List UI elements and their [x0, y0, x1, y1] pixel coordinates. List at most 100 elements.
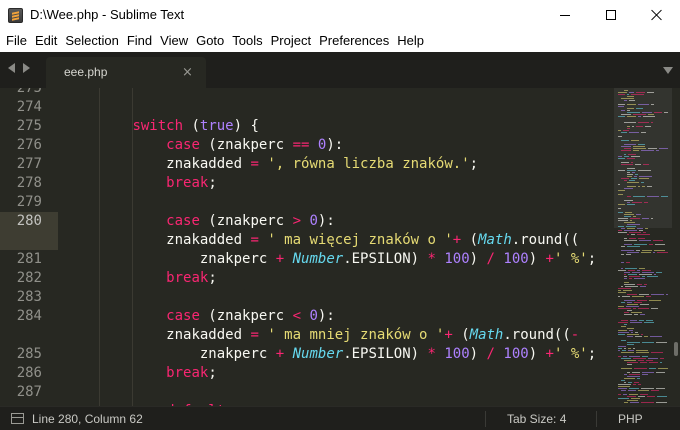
code-token: == — [292, 137, 310, 153]
minimap-line — [638, 144, 645, 145]
code-line[interactable]: znakadded = ', równa liczba znaków.'; — [166, 155, 478, 174]
panel-toggle-icon[interactable] — [11, 413, 24, 424]
minimap-line — [627, 96, 634, 97]
code-line[interactable]: znakadded = ' ma więcej znaków o '+ (Mat… — [166, 231, 579, 250]
code-view[interactable]: switch (true) {case (znakperc == 0): znak… — [58, 88, 614, 406]
minimap-line — [626, 226, 636, 227]
code-token: ; — [469, 156, 479, 172]
close-button[interactable] — [634, 0, 680, 30]
tab-nav-right-icon[interactable] — [23, 63, 30, 73]
title-bar: D:\Wee.php - Sublime Text — [0, 0, 680, 30]
line-number: 281 — [16, 251, 42, 267]
code-token: ' %' — [553, 251, 588, 267]
code-line[interactable]: znakadded = ' ma mniej znaków o '+ (Math… — [166, 326, 579, 345]
minimap-line — [651, 390, 659, 391]
line-number: 274 — [16, 99, 42, 115]
minimap-line — [645, 126, 651, 127]
tab-list-dropdown-icon[interactable] — [663, 67, 673, 74]
code-token: ', równa liczba znaków.' — [267, 156, 470, 172]
menu-help[interactable]: Help — [393, 30, 428, 52]
menu-file[interactable]: File — [0, 30, 31, 52]
tab-nav-left-icon[interactable] — [8, 63, 15, 73]
minimap-line — [624, 278, 627, 279]
minimap-line — [637, 270, 640, 271]
minimap-line — [621, 178, 629, 179]
tab-eee-php[interactable]: eee.php × — [46, 57, 206, 88]
minimap-line — [618, 226, 624, 227]
minimap-line — [618, 204, 625, 205]
line-number: 284 — [16, 308, 42, 324]
scrollbar-thumb[interactable] — [674, 342, 678, 356]
code-token: true — [199, 118, 234, 134]
minimap-line — [627, 376, 640, 377]
maximize-button[interactable] — [588, 0, 634, 30]
minimap-line — [654, 112, 662, 113]
menu-project[interactable]: Project — [267, 30, 315, 52]
minimap-line — [624, 378, 635, 379]
minimap-line — [660, 358, 664, 359]
code-token: ' ma więcej znaków o ' — [267, 232, 453, 248]
vertical-scrollbar[interactable] — [672, 88, 680, 406]
code-line[interactable]: case (znakperc < 0): — [166, 307, 335, 326]
code-line[interactable]: znakperc + Number.EPSILON) * 100) / 100)… — [200, 250, 596, 269]
minimap-line — [638, 170, 651, 171]
code-line[interactable]: break; — [166, 174, 217, 193]
code-line[interactable]: case (znakperc > 0): — [166, 212, 335, 231]
code-line[interactable]: break; — [166, 269, 217, 288]
minimap-line — [634, 382, 639, 383]
minimap-line — [642, 270, 651, 271]
minimap-line — [631, 162, 633, 163]
code-token: break — [166, 365, 209, 381]
minimap-line — [621, 228, 625, 229]
menu-edit[interactable]: Edit — [31, 30, 61, 52]
minimap-line — [618, 220, 628, 221]
code-token: ): — [317, 308, 335, 324]
minimap-line — [633, 358, 646, 359]
menu-preferences[interactable]: Preferences — [315, 30, 393, 52]
tab-size-selector[interactable]: Tab Size: 4 — [507, 412, 566, 426]
minimap-line — [618, 104, 625, 105]
menu-view[interactable]: View — [156, 30, 192, 52]
menu-selection[interactable]: Selection — [61, 30, 122, 52]
syntax-selector[interactable]: PHP — [618, 412, 643, 426]
minimap-line — [632, 202, 642, 203]
minimap-line — [621, 246, 625, 247]
minimap-line — [646, 320, 653, 321]
line-number: 285 — [16, 346, 42, 362]
minimap-line — [622, 296, 630, 297]
line-number: 287 — [16, 384, 42, 400]
code-token: znakadded — [166, 327, 251, 343]
minimap-line — [639, 320, 644, 321]
minimap-line — [621, 368, 632, 369]
code-line[interactable]: case (znakperc == 0): — [166, 136, 343, 155]
minimap-line — [651, 218, 653, 219]
indent-guide — [98, 88, 100, 406]
code-line[interactable]: break; — [166, 364, 217, 383]
minimap-line — [627, 182, 639, 183]
menu-tools[interactable]: Tools — [228, 30, 266, 52]
minimap-line — [627, 110, 630, 111]
minimap-line — [648, 148, 657, 149]
code-token: Number — [292, 251, 344, 267]
menu-goto[interactable]: Goto — [192, 30, 228, 52]
minimap-line — [642, 372, 654, 373]
code-token: + — [275, 251, 285, 267]
minimap-line — [621, 98, 634, 99]
minimap-line — [640, 362, 647, 363]
code-line[interactable]: switch (true) { — [132, 117, 258, 136]
tab-close-icon[interactable]: × — [182, 65, 193, 80]
close-icon — [651, 9, 663, 21]
minimap-line — [648, 358, 658, 359]
code-line[interactable]: znakperc + Number.EPSILON) * 100) / 100)… — [200, 345, 596, 364]
minimap-line — [641, 334, 643, 335]
code-token: > — [292, 213, 302, 229]
menu-find[interactable]: Find — [123, 30, 156, 52]
minimap-line — [647, 276, 658, 277]
editor-pane[interactable]: 275 274 275 276 277 278 279 280 281 282 283 284 285 2… — [0, 88, 680, 406]
minimap-line — [633, 384, 636, 385]
minimize-button[interactable] — [542, 0, 588, 30]
tab-bar: eee.php × — [0, 52, 680, 88]
minimap-line — [656, 272, 662, 273]
minimap-line — [647, 396, 655, 397]
minimap[interactable] — [614, 88, 672, 406]
